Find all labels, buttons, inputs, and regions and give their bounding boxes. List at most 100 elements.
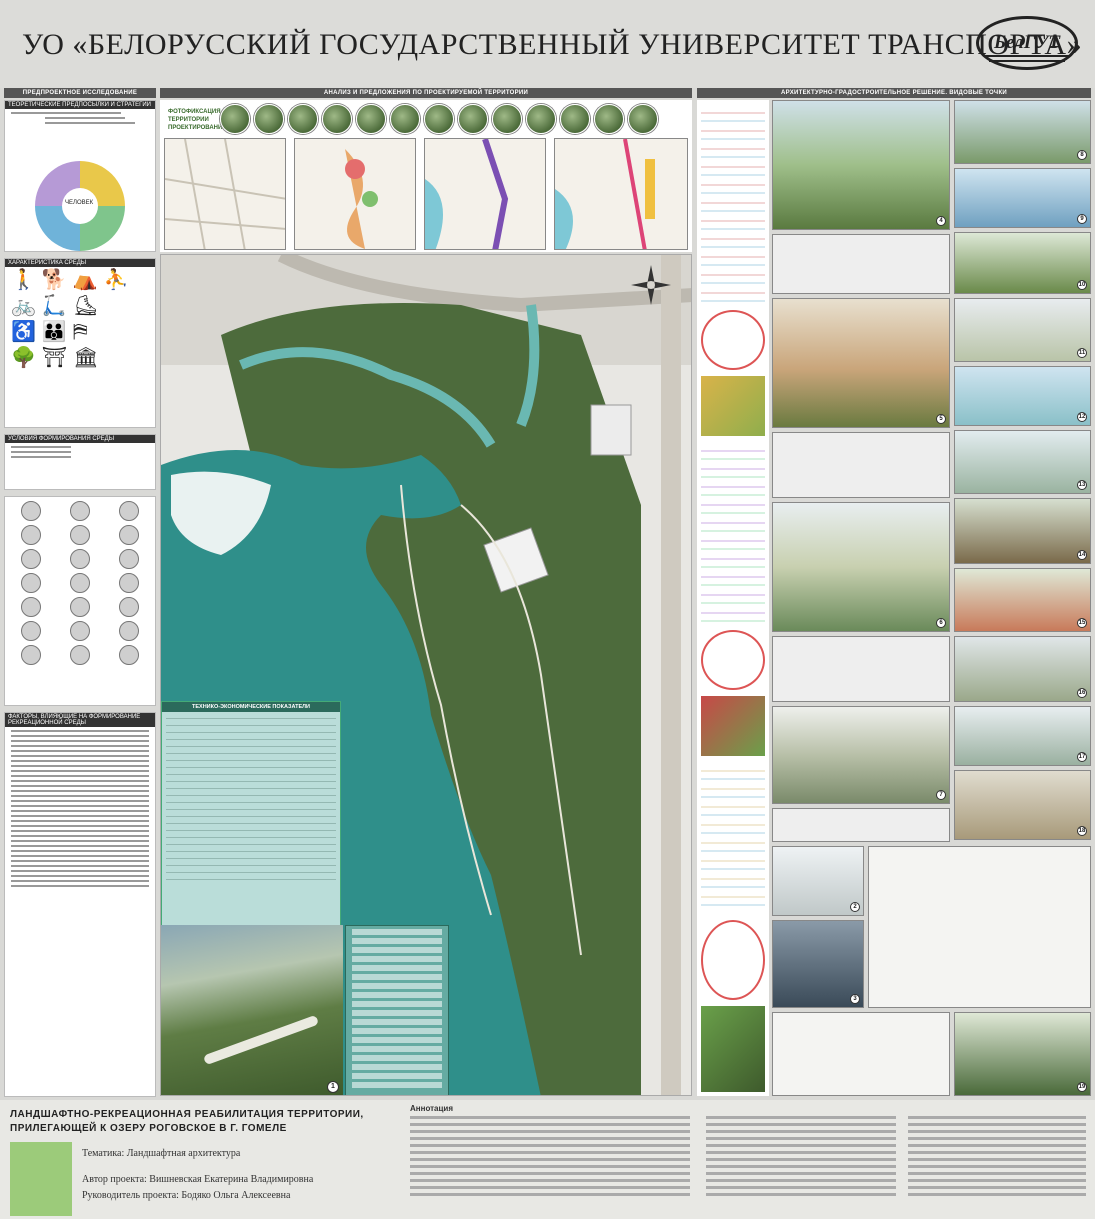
- plant-photos-3: [701, 1006, 765, 1092]
- view-number-badge: 6: [936, 618, 946, 628]
- annotation-col-1: [410, 1116, 690, 1200]
- view-11: 11: [954, 298, 1091, 362]
- view-13: 13: [954, 430, 1091, 494]
- strategy-donut-chart: [35, 161, 125, 251]
- typology-circles: [5, 497, 155, 669]
- view-16: 16: [954, 636, 1091, 702]
- analysis-band: ФОТОФИКСАЦИЯ ТЕРРИТОРИИ ПРОЕКТИРОВАНИЯ: [160, 100, 692, 252]
- wheelchair-icon: ♿: [11, 321, 36, 343]
- chart-block-2: [701, 442, 765, 622]
- view-number-badge: 9: [1077, 214, 1087, 224]
- photo-fixation-label: ФОТОФИКСАЦИЯ ТЕРРИТОРИИ ПРОЕКТИРОВАНИЯ: [168, 109, 227, 131]
- bike-icon: 🚲: [11, 295, 36, 317]
- sport-icon: ⛹: [103, 269, 129, 291]
- topic-text: Тематика: Ландшафтная архитектура: [82, 1148, 241, 1159]
- icon-row-activity: 🚶 🐕 ⛺ ⛹: [5, 267, 155, 293]
- view-number-badge: 15: [1077, 618, 1087, 628]
- dog-walk-icon: 🐕: [41, 269, 67, 291]
- annotation-title: Аннотация: [410, 1104, 453, 1113]
- icon-row-access: ♿ 👪 ⛿: [5, 319, 155, 345]
- plant-photos-1: [701, 376, 765, 436]
- walking-icon: 🚶: [11, 269, 36, 291]
- diagram-circle-1: [701, 310, 765, 370]
- view-number-badge: 18: [1077, 826, 1087, 836]
- plant-photos-2: [701, 696, 765, 756]
- factors-panel: ФАКТОРЫ, ВЛИЯЮЩИЕ НА ФОРМИРОВАНИЕ РЕКРЕА…: [4, 712, 156, 1097]
- view-8: 8: [954, 100, 1091, 164]
- project-title: ЛАНДШАФТНО-РЕКРЕАЦИОННАЯ РЕАБИЛИТАЦИЯ ТЕ…: [10, 1109, 364, 1134]
- skate-icon: ⛸: [72, 295, 99, 317]
- annotation-col-2: [706, 1116, 896, 1200]
- green-accent-square: [10, 1142, 72, 1216]
- analysis-map-4: [554, 138, 688, 250]
- view-number-badge: 13: [1077, 480, 1087, 490]
- view-19: 19: [954, 1012, 1091, 1096]
- view-number-badge: 4: [936, 216, 946, 226]
- view-number-badge: 2: [850, 902, 860, 912]
- icon-row-infrastructure: 🌳 ⛩ 🏛: [5, 345, 155, 371]
- teo-title: ТЕХНИКО-ЭКОНОМИЧЕСКИЕ ПОКАЗАТЕЛИ: [162, 702, 340, 712]
- footer: ЛАНДШАФТНО-РЕКРЕАЦИОННАЯ РЕАБИЛИТАЦИЯ ТЕ…: [0, 1100, 1095, 1219]
- sketches-2: [772, 432, 950, 498]
- view-12: 12: [954, 366, 1091, 426]
- view-number-badge: 10: [1077, 280, 1087, 290]
- view-18: 18: [954, 770, 1091, 840]
- path-in-photo: [202, 1014, 320, 1066]
- author-text: Автор проекта: Вишневская Екатерина Влад…: [82, 1174, 314, 1185]
- typology-panel: [4, 496, 156, 706]
- donut-center-label: ЧЕЛОВЕК: [65, 200, 94, 206]
- plan-legend: [345, 925, 449, 1095]
- view-17: 17: [954, 706, 1091, 766]
- view-6: 6: [772, 502, 950, 632]
- section-architecture: АРХИТЕКТУРНО-ГРАДОСТРОИТЕЛЬНОЕ РЕШЕНИЕ. …: [697, 88, 1091, 98]
- view-5: 5: [772, 298, 950, 428]
- view-points: 4 8 9 10 5 11 12 13 6 14 15 16 7 17 18 2…: [772, 100, 1091, 1096]
- photo-strip: [220, 104, 658, 134]
- characteristics-title: ХАРАКТЕРИСТИКА СРЕДЫ: [5, 259, 155, 267]
- icon-row-transport: 🚲 🛴 ⛸: [5, 293, 155, 319]
- section-drawings: [868, 846, 1091, 1008]
- map-icon: ⛿: [72, 321, 88, 343]
- sketches-4: [772, 808, 950, 842]
- view-number-badge: 19: [1077, 1082, 1087, 1092]
- theory-title: ТЕОРЕТИЧЕСКИЕ ПРЕДПОСЫЛКИ И СТРАТЕГИИ: [5, 101, 155, 109]
- view-number-badge: 16: [1077, 688, 1087, 698]
- diagram-circle-3: [701, 920, 765, 1000]
- view-number-badge: 7: [936, 790, 946, 800]
- sketches-3: [772, 636, 950, 702]
- characteristics-panel: ХАРАКТЕРИСТИКА СРЕДЫ 🚶 🐕 ⛺ ⛹ 🚲 🛴 ⛸ ♿ 👪 ⛿…: [4, 258, 156, 428]
- photo-number-badge: 1: [327, 1081, 339, 1093]
- university-title: УО «БЕЛОРУССКИЙ ГОСУДАРСТВЕННЫЙ УНИВЕРСИ…: [22, 28, 1083, 61]
- section-pre-project: ПРЕДПРОЕКТНОЕ ИССЛЕДОВАНИЕ: [4, 88, 156, 98]
- supervisor-text: Руководитель проекта: Бодяко Ольга Алекс…: [82, 1190, 291, 1201]
- family-icon: 👪: [41, 321, 67, 343]
- diagram-circle-2: [701, 630, 765, 690]
- left-column: ТЕОРЕТИЧЕСКИЕ ПРЕДПОСЫЛКИ И СТРАТЕГИИ ЧЕ…: [4, 100, 156, 1097]
- building-icon: 🏛: [73, 347, 99, 369]
- view-photo-1: 1: [161, 925, 343, 1095]
- conditions-title: УСЛОВИЯ ФОРМИРОВАНИЯ СРЕДЫ: [5, 435, 155, 443]
- view-number-badge: 3: [850, 994, 860, 1004]
- analysis-map-1: [164, 138, 286, 250]
- section-analysis: АНАЛИЗ И ПРЕДЛОЖЕНИЯ ПО ПРОЕКТИРУЕМОЙ ТЕ…: [160, 88, 692, 98]
- view-number-badge: 11: [1077, 348, 1087, 358]
- conditions-panel: УСЛОВИЯ ФОРМИРОВАНИЯ СРЕДЫ: [4, 434, 156, 490]
- view-14: 14: [954, 498, 1091, 564]
- view-number-badge: 8: [1077, 150, 1087, 160]
- theory-panel: ТЕОРЕТИЧЕСКИЕ ПРЕДПОСЫЛКИ И СТРАТЕГИИ ЧЕ…: [4, 100, 156, 252]
- elevation-drawing: [772, 1012, 950, 1096]
- chart-block-1: [701, 104, 765, 304]
- scooter-icon: 🛴: [41, 295, 67, 317]
- university-logo: БелГУТ: [976, 16, 1078, 70]
- bench-icon: ⛩: [41, 347, 68, 369]
- tree-icon: 🌳: [11, 347, 36, 369]
- view-10: 10: [954, 232, 1091, 294]
- view-7: 7: [772, 706, 950, 804]
- annotation-col-3: [908, 1116, 1086, 1200]
- view-number-badge: 14: [1077, 550, 1087, 560]
- view-9: 9: [954, 168, 1091, 228]
- view-number-badge: 12: [1077, 412, 1087, 422]
- chart-block-3: [701, 762, 765, 912]
- header: УО «БЕЛОРУССКИЙ ГОСУДАРСТВЕННЫЙ УНИВЕРСИ…: [0, 0, 1095, 88]
- factors-title: ФАКТОРЫ, ВЛИЯЮЩИЕ НА ФОРМИРОВАНИЕ РЕКРЕА…: [5, 713, 155, 727]
